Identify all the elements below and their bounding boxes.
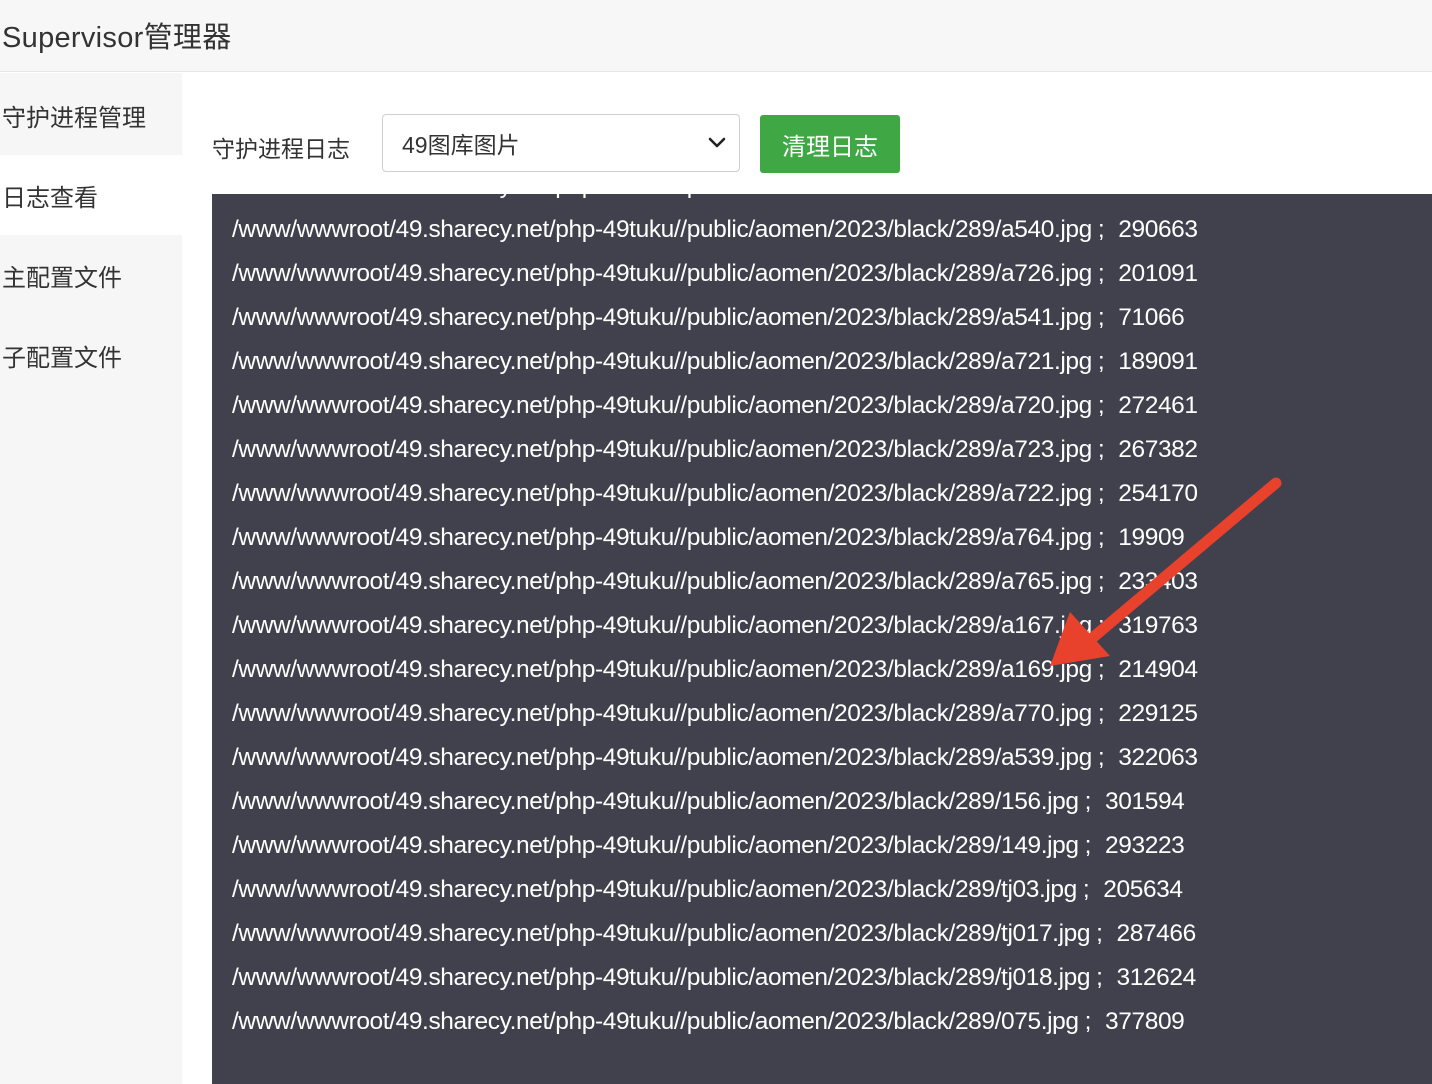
clear-log-button[interactable]: 清理日志 <box>760 115 900 173</box>
log-line-path: /www/wwwroot/49.sharecy.net/php-49tuku//… <box>232 876 1077 903</box>
log-line-size: 189091 <box>1118 348 1198 375</box>
log-line-size: 254170 <box>1118 480 1198 507</box>
sidebar-item-label: 子配置文件 <box>2 344 122 372</box>
sidebar-item-label: 日志查看 <box>2 184 98 212</box>
sidebar-item-log-view[interactable]: 日志查看 <box>0 155 182 235</box>
log-line: /www/wwwroot/49.sharecy.net/php-49tuku//… <box>232 692 1198 736</box>
log-line: /www/wwwroot/49.sharecy.net/php-49tuku//… <box>232 340 1198 384</box>
log-line-partial: /www/wwwroot/49.sharecy.net/php-49tuku//… <box>232 194 1028 208</box>
log-line: /www/wwwroot/49.sharecy.net/php-49tuku//… <box>232 252 1198 296</box>
log-line: /www/wwwroot/49.sharecy.net/php-49tuku//… <box>232 868 1183 912</box>
log-line-path: /www/wwwroot/49.sharecy.net/php-49tuku//… <box>232 964 1091 991</box>
log-line-path: /www/wwwroot/49.sharecy.net/php-49tuku//… <box>232 480 1092 507</box>
process-log-label: 守护进程日志 <box>212 136 350 162</box>
log-line-separator: ; <box>1097 524 1105 551</box>
log-line-size: 19909 <box>1118 524 1185 551</box>
log-line-separator: ; <box>1097 260 1105 287</box>
log-line-path: /www/wwwroot/49.sharecy.net/php-49tuku//… <box>232 392 1092 419</box>
log-line-separator: ; <box>1082 876 1090 903</box>
log-line-size: 201091 <box>1118 260 1198 287</box>
log-line-path: /www/wwwroot/49.sharecy.net/php-49tuku//… <box>232 568 1092 595</box>
log-line-size: 267382 <box>1118 436 1198 463</box>
log-line: /www/wwwroot/49.sharecy.net/php-49tuku//… <box>232 384 1198 428</box>
log-line-separator: ; <box>1097 216 1105 243</box>
app-header: Supervisor管理器 <box>0 0 1432 72</box>
log-line-separator: ; <box>1096 920 1103 947</box>
log-line: /www/wwwroot/49.sharecy.net/php-49tuku//… <box>232 956 1196 1000</box>
log-line-path: /www/wwwroot/49.sharecy.net/php-49tuku//… <box>232 1008 1079 1035</box>
log-line-size: 301594 <box>1105 788 1185 815</box>
log-line-separator: ; <box>1097 304 1105 331</box>
log-line-separator: ; <box>1097 656 1105 683</box>
log-line-separator: ; <box>1096 964 1103 991</box>
log-line-separator: ; <box>1097 436 1105 463</box>
sidebar-item-main-config[interactable]: 主配置文件 <box>0 235 182 315</box>
log-line-size: 205634 <box>1103 876 1183 903</box>
log-line: /www/wwwroot/49.sharecy.net/php-49tuku//… <box>232 472 1198 516</box>
log-line-size: 233403 <box>1118 568 1198 595</box>
log-line-size: 312624 <box>1116 964 1197 991</box>
log-line-path: /www/wwwroot/49.sharecy.net/php-49tuku//… <box>232 788 1079 815</box>
log-line-path: /www/wwwroot/49.sharecy.net/php-49tuku//… <box>232 920 1091 947</box>
log-line: /www/wwwroot/49.sharecy.net/php-49tuku//… <box>232 912 1196 956</box>
log-line-separator: ; <box>1084 788 1092 815</box>
log-line-size: 71066 <box>1118 304 1185 331</box>
log-line-path: /www/wwwroot/49.sharecy.net/php-49tuku//… <box>232 744 1092 771</box>
sidebar-item-process-manage[interactable]: 守护进程管理 <box>0 75 182 155</box>
log-line: /www/wwwroot/49.sharecy.net/php-49tuku//… <box>232 560 1198 604</box>
log-line-size: 214904 <box>1118 656 1198 683</box>
log-line-size: 293223 <box>1105 832 1185 859</box>
log-line-path: /www/wwwroot/49.sharecy.net/php-49tuku//… <box>232 612 1092 639</box>
log-line: /www/wwwroot/49.sharecy.net/php-49tuku//… <box>232 208 1198 252</box>
log-line-separator: ; <box>1084 1008 1092 1035</box>
main-content: 守护进程日志 49图库图片 清理日志 /www/wwwroot/49.share… <box>182 73 1432 1084</box>
log-line-path: /www/wwwroot/49.sharecy.net/php-49tuku//… <box>232 216 1092 243</box>
log-line-size: 287466 <box>1116 920 1197 947</box>
log-line-separator: ; <box>1097 480 1105 507</box>
sidebar-item-label: 守护进程管理 <box>2 104 146 132</box>
log-line-path: /www/wwwroot/49.sharecy.net/php-49tuku//… <box>232 348 1092 375</box>
log-line-size: 322063 <box>1118 744 1198 771</box>
log-line-path: /www/wwwroot/49.sharecy.net/php-49tuku//… <box>232 304 1092 331</box>
log-line-size: 377809 <box>1105 1008 1185 1035</box>
process-select[interactable]: 49图库图片 <box>382 114 740 172</box>
log-line-separator: ; <box>1097 744 1105 771</box>
chevron-down-icon <box>708 137 726 148</box>
log-line-path: /www/wwwroot/49.sharecy.net/php-49tuku//… <box>232 832 1079 859</box>
log-line: /www/wwwroot/49.sharecy.net/php-49tuku//… <box>232 824 1185 868</box>
log-line-separator: ; <box>1097 568 1105 595</box>
app-title: Supervisor管理器 <box>2 22 232 54</box>
log-line-size: 290663 <box>1118 216 1198 243</box>
sidebar: 守护进程管理 日志查看 主配置文件 子配置文件 <box>0 73 182 1084</box>
log-line-separator: ; <box>1097 700 1105 727</box>
log-line-separator: ; <box>1097 348 1105 375</box>
sidebar-item-label: 主配置文件 <box>2 264 122 292</box>
log-line-path: /www/wwwroot/49.sharecy.net/php-49tuku//… <box>232 656 1092 683</box>
log-line: /www/wwwroot/49.sharecy.net/php-49tuku//… <box>232 780 1185 824</box>
log-line-separator: ; <box>1097 392 1105 419</box>
log-line: /www/wwwroot/49.sharecy.net/php-49tuku//… <box>232 736 1198 780</box>
log-output-panel[interactable]: /www/wwwroot/49.sharecy.net/php-49tuku//… <box>212 194 1432 1084</box>
sidebar-item-sub-config[interactable]: 子配置文件 <box>0 315 182 395</box>
log-line: /www/wwwroot/49.sharecy.net/php-49tuku//… <box>232 604 1198 648</box>
log-line-size: 229125 <box>1118 700 1198 727</box>
log-line-separator: ; <box>1097 612 1105 639</box>
log-line-path: /www/wwwroot/49.sharecy.net/php-49tuku//… <box>232 436 1092 463</box>
process-select-value: 49图库图片 <box>402 132 520 158</box>
log-line: /www/wwwroot/49.sharecy.net/php-49tuku//… <box>232 296 1185 340</box>
log-line: /www/wwwroot/49.sharecy.net/php-49tuku//… <box>232 516 1185 560</box>
log-line-path: /www/wwwroot/49.sharecy.net/php-49tuku//… <box>232 260 1092 287</box>
log-line-path: /www/wwwroot/49.sharecy.net/php-49tuku//… <box>232 700 1092 727</box>
log-line-path: /www/wwwroot/49.sharecy.net/php-49tuku//… <box>232 524 1092 551</box>
log-line-separator: ; <box>1084 832 1092 859</box>
log-line: /www/wwwroot/49.sharecy.net/php-49tuku//… <box>232 648 1198 692</box>
log-line-size: 319763 <box>1118 612 1198 639</box>
log-line: /www/wwwroot/49.sharecy.net/php-49tuku//… <box>232 428 1198 472</box>
log-line: /www/wwwroot/49.sharecy.net/php-49tuku//… <box>232 1000 1185 1044</box>
log-line-size: 272461 <box>1118 392 1198 419</box>
